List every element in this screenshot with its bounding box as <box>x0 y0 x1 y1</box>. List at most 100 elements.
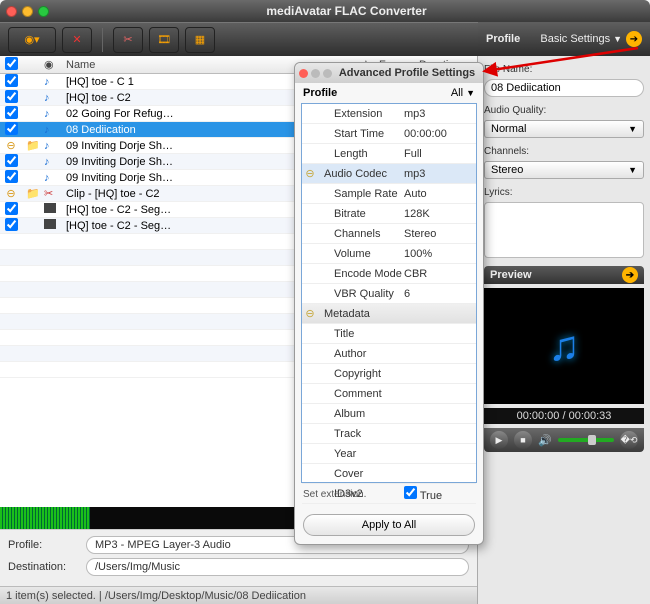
adv-row[interactable]: Bitrate128K <box>302 204 476 224</box>
close-window-button[interactable] <box>6 6 17 17</box>
adv-key: Metadata <box>318 308 404 320</box>
adv-row[interactable]: Album <box>302 404 476 424</box>
adv-value[interactable]: CBR <box>404 268 476 280</box>
adv-value[interactable]: Stereo <box>404 228 476 240</box>
file-name-field[interactable]: 08 Dediication <box>484 79 644 97</box>
adv-value[interactable]: mp3 <box>404 168 476 180</box>
adv-key: Cover <box>318 468 404 480</box>
adv-close-button[interactable] <box>299 69 308 78</box>
destination-field[interactable]: /Users/Img/Music <box>86 558 469 576</box>
destination-label: Destination: <box>8 561 78 573</box>
adv-property-list[interactable]: Extensionmp3Start Time00:00:00LengthFull… <box>301 103 477 483</box>
adv-key: Album <box>318 408 404 420</box>
merge-button[interactable]: ▦ <box>185 27 215 53</box>
adv-row[interactable]: Start Time00:00:00 <box>302 124 476 144</box>
adv-value[interactable]: Auto <box>404 188 476 200</box>
adv-value[interactable]: mp3 <box>404 108 476 120</box>
row-checkbox[interactable] <box>5 202 18 215</box>
adv-value[interactable]: 6 <box>404 288 476 300</box>
profile-header-label: Profile <box>486 33 520 45</box>
effects-button[interactable]: 🎞 <box>149 27 179 53</box>
row-checkbox[interactable] <box>5 106 18 119</box>
adv-row[interactable]: LengthFull <box>302 144 476 164</box>
adv-row[interactable]: Title <box>302 324 476 344</box>
group-toggle-icon[interactable]: ⊖ <box>302 307 318 320</box>
group-toggle-icon[interactable]: ⊖ <box>302 167 318 180</box>
adv-row[interactable]: Year <box>302 444 476 464</box>
adv-key: Extension <box>318 108 404 120</box>
adv-key: Comment <box>318 388 404 400</box>
adv-row[interactable]: Copyright <box>302 364 476 384</box>
adv-row[interactable]: ChannelsStereo <box>302 224 476 244</box>
lyrics-label: Lyrics: <box>484 187 644 198</box>
play-button[interactable]: ▶ <box>490 431 508 449</box>
adv-key: Length <box>318 148 404 160</box>
volume-slider[interactable] <box>558 438 614 442</box>
status-bar: 1 item(s) selected. | /Users/Img/Desktop… <box>0 586 477 604</box>
basic-settings-dropdown[interactable]: Basic Settings▼ <box>540 33 622 45</box>
collapse-icon[interactable]: ⊖ <box>6 188 15 200</box>
adv-key: Bitrate <box>318 208 404 220</box>
adv-all-dropdown[interactable]: All▼ <box>451 87 475 99</box>
channels-select[interactable]: Stereo▼ <box>484 161 644 179</box>
adv-row[interactable]: Sample RateAuto <box>302 184 476 204</box>
add-media-button[interactable]: ◉▾ <box>8 27 56 53</box>
adv-checkbox[interactable] <box>404 486 417 499</box>
adv-row[interactable]: Comment <box>302 384 476 404</box>
adv-row[interactable]: Cover <box>302 464 476 484</box>
lyrics-textarea[interactable] <box>484 202 644 258</box>
adv-value[interactable]: 00:00:00 <box>404 128 476 140</box>
adv-row[interactable]: VBR Quality6 <box>302 284 476 304</box>
zoom-window-button[interactable] <box>38 6 49 17</box>
adv-zoom-button[interactable] <box>323 69 332 78</box>
cut-button[interactable]: ✂ <box>113 27 143 53</box>
expand-profile-button[interactable]: ➔ <box>626 31 642 47</box>
adv-row[interactable]: Volume100% <box>302 244 476 264</box>
preview-time: 00:00:00 / 00:00:33 <box>484 408 644 424</box>
row-checkbox[interactable] <box>5 154 18 167</box>
adv-value[interactable]: 100% <box>404 248 476 260</box>
disc-icon: ◉▾ <box>24 33 39 46</box>
select-all-checkbox[interactable] <box>5 57 18 70</box>
audio-quality-label: Audio Quality: <box>484 105 644 116</box>
stop-button[interactable]: ■ <box>514 431 532 449</box>
merge-icon: ▦ <box>195 33 205 46</box>
adv-key: Volume <box>318 248 404 260</box>
preview-view: ♫ <box>484 288 644 404</box>
apply-to-all-button[interactable]: Apply to All <box>303 514 475 536</box>
adv-row[interactable]: Encode ModeCBR <box>302 264 476 284</box>
adv-row[interactable]: Track <box>302 424 476 444</box>
chevron-down-icon: ▼ <box>628 124 637 134</box>
profile-label: Profile: <box>8 539 78 551</box>
folder-icon: 📁 <box>26 188 40 200</box>
minimize-window-button[interactable] <box>22 6 33 17</box>
snapshot-button[interactable]: �⟲ <box>620 431 638 449</box>
chevron-down-icon: ▼ <box>466 88 475 98</box>
row-checkbox[interactable] <box>5 74 18 87</box>
video-icon <box>44 203 56 213</box>
folder-icon: 📁 <box>26 140 40 152</box>
adv-row[interactable]: Extensionmp3 <box>302 104 476 124</box>
adv-row[interactable]: ⊖Metadata <box>302 304 476 324</box>
preview-header: Preview ➔ <box>484 266 644 284</box>
row-checkbox[interactable] <box>5 122 18 135</box>
adv-value[interactable]: Full <box>404 148 476 160</box>
collapse-icon[interactable]: ⊖ <box>6 140 15 152</box>
advanced-profile-window[interactable]: Advanced Profile Settings Profile All▼ E… <box>294 62 484 545</box>
audio-quality-select[interactable]: Normal▼ <box>484 120 644 138</box>
adv-profile-label: Profile <box>303 87 337 99</box>
adv-row[interactable]: ⊖Audio Codecmp3 <box>302 164 476 184</box>
expand-preview-button[interactable]: ➔ <box>622 267 638 283</box>
adv-row[interactable]: Author <box>302 344 476 364</box>
row-checkbox[interactable] <box>5 90 18 103</box>
adv-key: Author <box>318 348 404 360</box>
music-icon: ♪ <box>44 108 50 120</box>
music-icon: ♪ <box>44 140 50 152</box>
delete-button[interactable]: ✕ <box>62 27 92 53</box>
adv-value[interactable]: 128K <box>404 208 476 220</box>
adv-value[interactable]: True <box>404 486 476 502</box>
row-checkbox[interactable] <box>5 170 18 183</box>
adv-minimize-button[interactable] <box>311 69 320 78</box>
row-checkbox[interactable] <box>5 218 18 231</box>
adv-titlebar[interactable]: Advanced Profile Settings <box>295 63 483 83</box>
